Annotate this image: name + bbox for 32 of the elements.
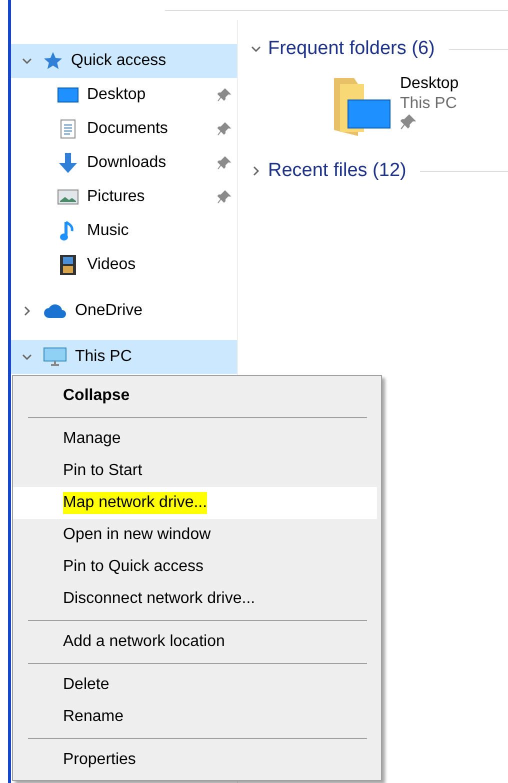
tree-item[interactable]: OneDrive [11, 294, 237, 328]
menu-item[interactable]: Delete [13, 669, 377, 701]
tree-item[interactable]: Quick access [11, 44, 237, 78]
monitor-icon [57, 86, 79, 104]
section-title[interactable]: Frequent folders (6) [268, 38, 435, 60]
menu-item[interactable]: Pin to Start [13, 455, 377, 487]
menu-item[interactable]: Add a network location [13, 626, 377, 658]
tree-item[interactable]: Downloads [11, 146, 237, 180]
tree-item[interactable]: Videos [11, 248, 237, 282]
menu-item[interactable]: Collapse [13, 380, 377, 412]
folder-name: Desktop [400, 74, 459, 94]
down-arrow-icon [57, 152, 79, 174]
monitor-icon [43, 347, 67, 367]
menu-item[interactable]: Properties [13, 744, 377, 776]
menu-item[interactable]: Rename [13, 701, 377, 733]
tree-item[interactable]: Pictures [11, 180, 237, 214]
tree-item[interactable]: Desktop [11, 78, 237, 112]
document-icon [59, 119, 77, 139]
folder-location: This PC [400, 94, 458, 114]
tree-item[interactable]: This PC [11, 340, 237, 374]
cloud-icon [43, 303, 67, 319]
tree-item[interactable]: Music [11, 214, 237, 248]
tree-item[interactable]: Documents [11, 112, 237, 146]
menu-item[interactable]: Disconnect network drive... [13, 583, 377, 615]
menu-item[interactable]: Pin to Quick access [13, 551, 377, 583]
menu-item[interactable]: Map network drive... [13, 487, 377, 519]
image-icon [57, 188, 79, 206]
star-icon [43, 51, 63, 71]
section-title[interactable]: Recent files (12) [268, 160, 406, 182]
menu-item[interactable]: Open in new window [13, 519, 377, 551]
menu-item[interactable]: Manage [13, 423, 377, 455]
film-icon [59, 254, 77, 276]
